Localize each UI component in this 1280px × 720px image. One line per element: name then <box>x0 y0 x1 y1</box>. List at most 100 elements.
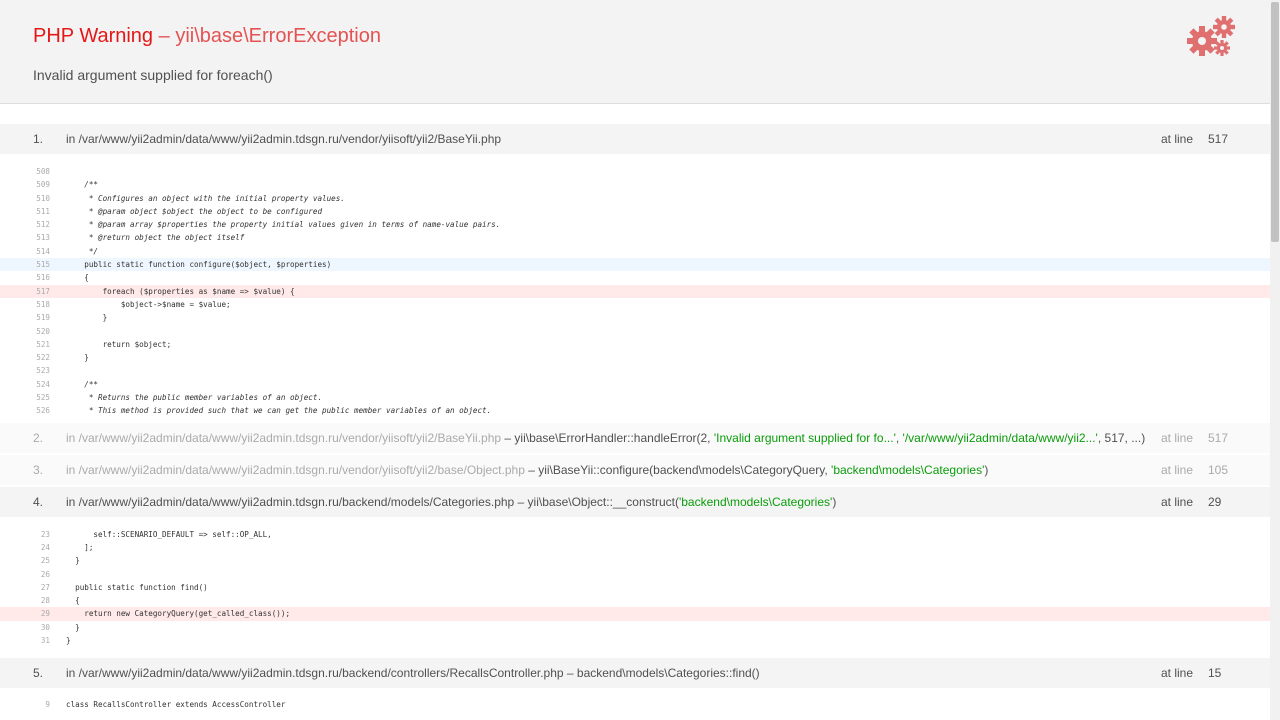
frame-line-number: 29 <box>1208 494 1222 509</box>
frame-call: – yii\base\Object::__construct( <box>514 494 679 509</box>
code-snippet-4: 23 self::SCENARIO_DEFAULT => self::OP_AL… <box>0 516 1270 659</box>
frame-line-number: 105 <box>1208 462 1229 477</box>
code-line-number: 25 <box>40 556 50 566</box>
code-line-text: { <box>66 596 80 606</box>
code-line-text: * Returns the public member variables of… <box>66 393 323 403</box>
code-line-number: 523 <box>36 366 50 376</box>
code-line-text: { <box>66 273 89 283</box>
frame-arg-separator: , <box>1097 430 1105 445</box>
frame-file-path: in /var/www/yii2admin/data/www/yii2admin… <box>66 430 502 445</box>
code-line: 509 /** <box>0 178 1270 191</box>
stack-frame-5[interactable]: 5. in /var/www/yii2admin/data/www/yii2ad… <box>0 658 1270 689</box>
code-line-number: 521 <box>36 339 50 349</box>
code-line: 31} <box>0 634 1270 647</box>
frame-call-suffix: ) <box>832 494 837 509</box>
page-title: PHP Warning – yii\base\ErrorException <box>33 24 381 48</box>
code-line: 524 /** <box>0 378 1270 391</box>
code-line: 30 } <box>0 621 1270 634</box>
code-line-number: 520 <box>36 326 50 336</box>
code-line-number: 31 <box>40 636 50 646</box>
code-line-text: } <box>66 353 89 363</box>
code-line-number: 24 <box>40 542 50 552</box>
code-line-number: 518 <box>36 299 50 309</box>
at-line-label: at line <box>1161 462 1194 477</box>
frame-number: 3. <box>33 462 44 477</box>
at-line-label: at line <box>1161 494 1194 509</box>
code-line: 515 public static function configure($ob… <box>0 258 1270 272</box>
at-line-label: at line <box>1161 430 1194 445</box>
exception-class: yii\base\ErrorException <box>175 25 381 47</box>
code-line: 519 } <box>0 311 1270 324</box>
code-line: 27 public static function find() <box>0 581 1270 594</box>
stack-frame-1[interactable]: 1. in /var/www/yii2admin/data/www/yii2ad… <box>0 124 1270 154</box>
code-line-text: $object->$name = $value; <box>66 299 231 309</box>
code-line-number: 516 <box>36 273 50 283</box>
code-line-number: 514 <box>36 246 50 256</box>
code-line: 523 <box>0 364 1270 377</box>
stack-frame-4[interactable]: 4. in /var/www/yii2admin/data/www/yii2ad… <box>0 486 1270 517</box>
frame-arg-separator: , <box>895 430 903 445</box>
code-line-text: * @param array $properties the property … <box>66 220 501 230</box>
code-line: 29 return new CategoryQuery(get_called_c… <box>0 607 1270 621</box>
code-line-number: 509 <box>36 180 50 190</box>
code-line-number: 513 <box>36 233 50 243</box>
code-line-text: /** <box>66 379 99 389</box>
frame-file-path: in /var/www/yii2admin/data/www/yii2admin… <box>66 494 515 509</box>
code-line-text: */ <box>66 246 99 256</box>
code-line: 28 { <box>0 594 1270 607</box>
code-snippet-5: 9 class RecallsController extends AccessC… <box>0 688 1270 712</box>
code-line-text: foreach ($properties as $name => $value)… <box>66 286 295 296</box>
code-line-number: 26 <box>40 569 50 579</box>
code-line-text: } <box>66 622 80 632</box>
code-line-number: 519 <box>36 313 50 323</box>
code-line: 508 <box>0 165 1270 178</box>
code-line-text: public static function configure($object… <box>66 260 332 270</box>
frame-arg: 'Invalid argument supplied for fo...' <box>713 430 896 445</box>
frame-file-path: in /var/www/yii2admin/data/www/yii2admin… <box>66 462 525 477</box>
code-line-number: 28 <box>40 596 50 606</box>
code-line: 517 foreach ($properties as $name => $va… <box>0 284 1270 298</box>
code-line-number: 522 <box>36 353 50 363</box>
code-line-text: self::SCENARIO_DEFAULT => self::OP_ALL, <box>66 529 272 539</box>
code-line-text: * @param object $object the object to be… <box>66 206 323 216</box>
code-line-text: } <box>66 313 108 323</box>
code-line: 512 * @param array $properties the prope… <box>0 218 1270 231</box>
stack-frame-2[interactable]: 2. in /var/www/yii2admin/data/www/yii2ad… <box>0 422 1270 453</box>
code-line: 526 * This method is provided such that … <box>0 404 1270 417</box>
stack-frame-3[interactable]: 3. in /var/www/yii2admin/data/www/yii2ad… <box>0 454 1270 485</box>
frame-call-suffix: , ...) <box>1124 430 1146 445</box>
code-line-number: 30 <box>40 622 50 632</box>
code-snippet-1: 508 509 /** 510 * Configures an object wit… <box>0 154 1270 423</box>
frame-file: in /var/www/yii2admin/data/www/yii2admin… <box>66 487 836 517</box>
code-line: 522 } <box>0 351 1270 364</box>
code-line-text: public static function find() <box>66 582 208 592</box>
code-line-text: return $object; <box>66 339 172 349</box>
code-line: 525 * Returns the public member variable… <box>0 391 1270 404</box>
frame-number: 5. <box>33 666 44 681</box>
frame-call: – backend\models\Categories::find() <box>563 666 760 681</box>
code-line-text: class RecallsController extends AccessCo… <box>66 700 286 710</box>
call-stack: 1. in /var/www/yii2admin/data/www/yii2ad… <box>0 124 1270 712</box>
frame-arg: '/var/www/yii2admin/data/www/yii2...' <box>902 430 1098 445</box>
code-line-number: 524 <box>36 379 50 389</box>
code-line: 25 } <box>0 554 1270 567</box>
code-line: 520 <box>0 325 1270 338</box>
frame-line-number: 517 <box>1208 132 1229 146</box>
code-line-text: /** <box>66 180 99 190</box>
code-line-number: 9 <box>45 700 50 710</box>
frame-file-path: in /var/www/yii2admin/data/www/yii2admin… <box>66 666 564 681</box>
frame-call: – yii\BaseYii::configure(backend\models\… <box>524 462 832 477</box>
code-line: 511 * @param object $object the object t… <box>0 205 1270 218</box>
code-line-text: ]; <box>66 542 94 552</box>
error-header: PHP Warning – yii\base\ErrorException In… <box>0 0 1270 104</box>
code-line: 521 return $object; <box>0 338 1270 351</box>
at-line-label: at line <box>1161 666 1194 681</box>
code-line-text: * Configures an object with the initial … <box>66 193 345 203</box>
code-line-text: * @return object the object itself <box>66 233 245 243</box>
code-line-text: } <box>66 636 71 646</box>
frame-call-suffix: ) <box>984 462 989 477</box>
code-line-number: 511 <box>36 206 50 216</box>
scrollbar-thumb[interactable] <box>1271 2 1279 242</box>
frame-arg: 'backend\models\Categories' <box>678 494 833 509</box>
code-line-number: 23 <box>40 529 50 539</box>
